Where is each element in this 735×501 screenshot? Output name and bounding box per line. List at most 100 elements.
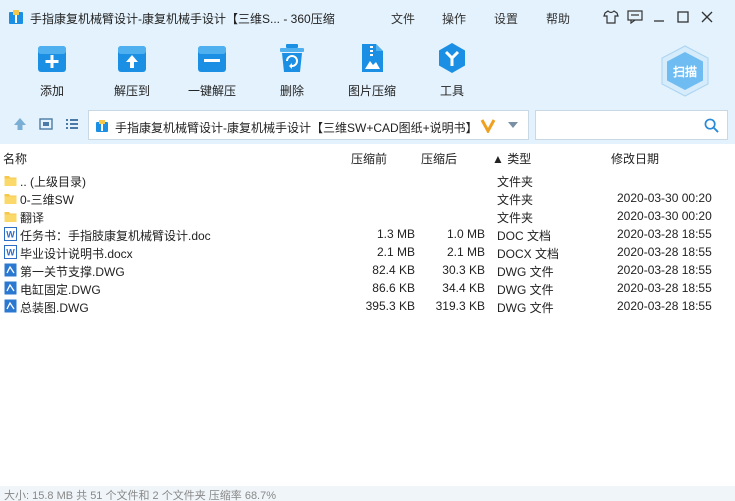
file-name: 任务书：手指肢康复机械臂设计.doc: [20, 229, 211, 243]
folder-icon: [4, 194, 17, 204]
toolbar: 添加 解压到 一键解压 删除 图片压缩 工具 扫描: [0, 36, 735, 104]
app-icon: [9, 10, 23, 24]
file-name: 第一关节支撑.DWG: [20, 265, 125, 279]
minimize-icon[interactable]: [650, 8, 668, 26]
path-bar[interactable]: 手指康复机械臂设计-康复机械手设计【三维SW+CAD图纸+说明书】: [88, 110, 529, 140]
modified-date: 2020-03-30 00:20: [617, 209, 712, 223]
delete-button[interactable]: 删除: [260, 42, 324, 99]
compressed-size: 319.3 KB: [435, 299, 485, 313]
extract-to-label: 解压到: [113, 84, 150, 98]
menu-file[interactable]: 文件: [391, 10, 415, 27]
file-row[interactable]: 总装图.DWG 395.3 KB 319.3 KB DWG 文件 2020-03-28 …: [0, 297, 735, 315]
file-row[interactable]: 电缸固定.DWG 86.6 KB 34.4 KB DWG 文件 2020-03-28 1…: [0, 279, 735, 297]
modified-date: 2020-03-28 18:55: [617, 281, 712, 295]
tools-icon: [439, 43, 465, 73]
modified-date: 2020-03-28 18:55: [617, 299, 712, 313]
close-icon[interactable]: [698, 8, 716, 26]
image-compress-label: 图片压缩: [347, 84, 396, 98]
sort-up-icon: ▲: [492, 152, 504, 166]
add-icon: [38, 46, 66, 72]
delete-label: 删除: [279, 84, 304, 98]
file-type: 文件夹: [497, 193, 534, 207]
add-label: 添加: [39, 84, 64, 98]
file-type: 文件夹: [497, 211, 534, 225]
dwg-file-icon: [4, 281, 17, 295]
current-path: 手指康复机械臂设计-康复机械手设计【三维SW+CAD图纸+说明书】: [115, 121, 478, 135]
file-type: 文件夹: [497, 175, 534, 189]
navigation-bar: 手指康复机械臂设计-康复机械手设计【三维SW+CAD图纸+说明书】: [0, 104, 735, 144]
column-type[interactable]: ▲ 类型: [492, 150, 531, 167]
maximize-icon[interactable]: [674, 8, 692, 26]
modified-date: 2020-03-28 18:55: [617, 245, 712, 259]
extract-to-icon: [118, 46, 146, 72]
compressed-size: 30.3 KB: [442, 263, 485, 277]
modified-date: 2020-03-28 18:55: [617, 227, 712, 241]
file-name: 毕业设计说明书.docx: [20, 247, 133, 261]
add-button[interactable]: 添加: [20, 42, 84, 99]
column-name[interactable]: 名称: [3, 150, 27, 167]
tools-label: 工具: [439, 84, 464, 98]
status-bar: 大小: 15.8 MB 共 51 个文件和 2 个文件夹 压缩率 68.7%: [0, 486, 735, 501]
file-row[interactable]: 0-三维SW 文件夹 2020-03-30 00:20: [0, 189, 735, 207]
folder-icon: [4, 176, 17, 186]
skin-icon[interactable]: [602, 8, 620, 26]
feedback-icon[interactable]: [626, 8, 644, 26]
one-click-extract-button[interactable]: 一键解压: [180, 42, 244, 99]
svg-text:W: W: [6, 248, 15, 258]
file-type: DOC 文档: [497, 229, 552, 243]
search-icon[interactable]: [704, 118, 719, 133]
dwg-file-icon: [4, 263, 17, 277]
menu-help[interactable]: 帮助: [546, 10, 570, 27]
file-row[interactable]: .. (上级目录) 文件夹: [0, 171, 735, 189]
file-name: 翻译: [20, 211, 45, 225]
column-modified[interactable]: 修改日期: [611, 150, 659, 167]
word-document-icon: W: [4, 227, 17, 241]
extract-to-button[interactable]: 解压到: [100, 42, 164, 99]
word-document-icon: W: [4, 245, 17, 259]
menu-operation[interactable]: 操作: [442, 10, 466, 27]
tools-button[interactable]: 工具: [420, 42, 484, 99]
file-name: 电缸固定.DWG: [20, 283, 101, 297]
file-type: DWG 文件: [497, 265, 554, 279]
scan-label: 扫描: [672, 65, 697, 79]
up-arrow-icon[interactable]: [12, 116, 28, 132]
file-name: 0-三维SW: [20, 193, 75, 207]
file-type: DWG 文件: [497, 283, 554, 297]
title-bar: 手指康复机械臂设计-康复机械手设计【三维S... - 360压缩 文件 操作 设…: [0, 0, 735, 36]
column-compressed-size[interactable]: 压缩后: [421, 150, 457, 167]
file-row[interactable]: W 任务书：手指肢康复机械臂设计.doc 1.3 MB 1.0 MB DOC 文档 202…: [0, 225, 735, 243]
original-size: 395.3 KB: [365, 299, 415, 313]
list-view-icon[interactable]: [64, 116, 80, 132]
one-click-extract-label: 一键解压: [187, 84, 236, 98]
image-compress-icon: [362, 44, 383, 72]
folder-icon: [4, 212, 17, 222]
menu-settings[interactable]: 设置: [494, 10, 518, 27]
delete-icon: [280, 44, 304, 72]
compressed-size: 34.4 KB: [442, 281, 485, 295]
column-type-label: 类型: [507, 152, 532, 166]
dwg-file-icon: [4, 299, 17, 313]
file-type: DWG 文件: [497, 301, 554, 315]
thumbnail-view-icon[interactable]: [38, 116, 54, 132]
status-text: 大小: 15.8 MB 共 51 个文件和 2 个文件夹 压缩率 68.7%: [4, 490, 277, 501]
column-original-size[interactable]: 压缩前: [351, 150, 387, 167]
compressed-size: 2.1 MB: [446, 245, 485, 259]
search-input[interactable]: [535, 110, 728, 140]
file-row[interactable]: 第一关节支撑.DWG 82.4 KB 30.3 KB DWG 文件 2020-03-28…: [0, 261, 735, 279]
file-list: .. (上级目录) 文件夹 0-三维SW 文件夹 2020-03-30 00:20 翻译 文…: [0, 171, 735, 315]
one-click-extract-icon: [198, 46, 226, 72]
file-row[interactable]: W 毕业设计说明书.docx 2.1 MB 2.1 MB DOCX 文档 2020-03-…: [0, 243, 735, 261]
original-size: 82.4 KB: [372, 263, 415, 277]
chevron-down-icon[interactable]: [507, 120, 519, 130]
svg-text:W: W: [6, 230, 15, 240]
archive-icon: [96, 120, 108, 132]
file-type: DOCX 文档: [497, 247, 560, 261]
file-row[interactable]: 翻译 文件夹 2020-03-30 00:20: [0, 207, 735, 225]
window-title: 手指康复机械臂设计-康复机械手设计【三维S... - 360压缩: [30, 12, 335, 26]
scan-button[interactable]: 扫描: [658, 44, 712, 98]
checkmark-icon: [480, 119, 496, 133]
modified-date: 2020-03-28 18:55: [617, 263, 712, 277]
image-compress-button[interactable]: 图片压缩: [340, 42, 404, 99]
file-name: .. (上级目录): [20, 175, 86, 189]
file-name: 总装图.DWG: [20, 301, 89, 315]
